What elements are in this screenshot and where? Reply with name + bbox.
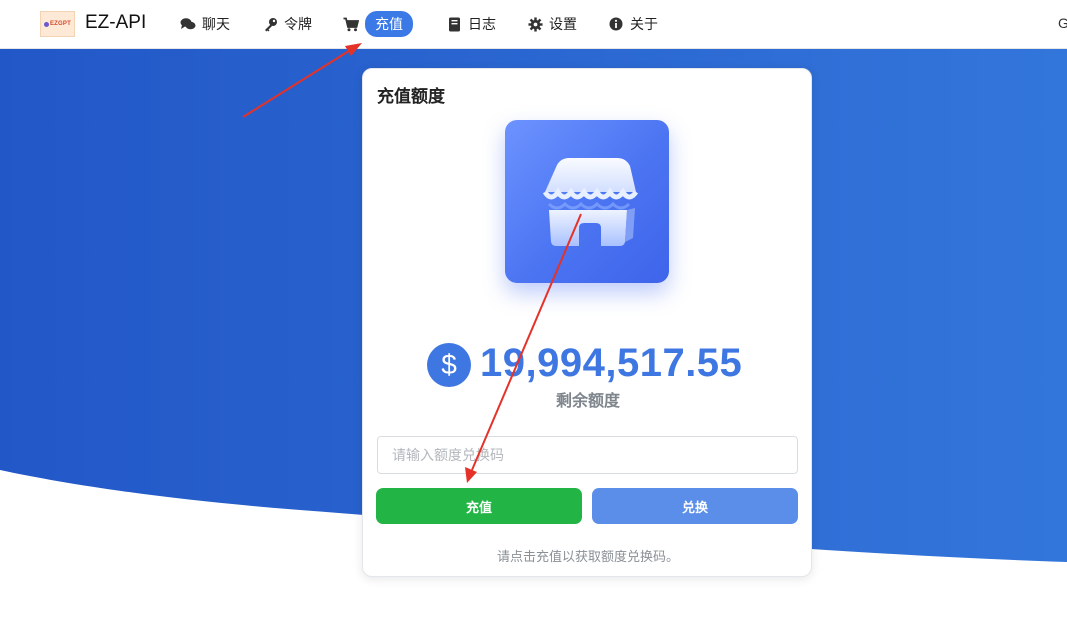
nav-label-settings: 设置 xyxy=(549,16,577,32)
nav-label-tokens: 令牌 xyxy=(284,16,312,32)
topup-button[interactable]: 充值 xyxy=(376,488,582,524)
balance-label: 剩余额度 xyxy=(555,393,620,410)
nav-overflow-item[interactable]: G xyxy=(1058,15,1067,31)
nav-label-logs: 日志 xyxy=(468,16,496,32)
nav-item-topup[interactable]: 充值 xyxy=(343,11,413,37)
logo[interactable]: EZGPT xyxy=(40,11,75,37)
card-title: 充值额度 xyxy=(377,87,445,106)
gear-icon xyxy=(527,16,543,32)
info-icon xyxy=(608,16,624,32)
book-icon xyxy=(446,16,462,32)
cart-icon xyxy=(343,16,359,32)
redeem-button[interactable]: 兑换 xyxy=(592,488,798,524)
store-icon xyxy=(505,120,669,283)
topup-hint: 请点击充值以获取额度兑换码。 xyxy=(496,549,679,564)
logo-mark-icon xyxy=(43,21,49,27)
key-icon xyxy=(262,16,278,32)
nav-item-chat[interactable]: 聊天 xyxy=(180,12,230,36)
nav-label-topup: 充值 xyxy=(365,11,413,37)
nav-item-about[interactable]: 关于 xyxy=(608,12,658,36)
balance-row: $ 19,994,517.55 xyxy=(427,341,757,387)
nav-item-settings[interactable]: 设置 xyxy=(527,12,577,36)
nav-label-chat: 聊天 xyxy=(202,16,230,32)
brand-name[interactable]: EZ-API xyxy=(85,12,146,34)
top-navbar: EZGPT EZ-API 聊天 令牌 充值 日志 设置 关于 G xyxy=(0,0,1067,49)
balance-amount: 19,994,517.55 xyxy=(480,341,743,385)
page: EZGPT EZ-API 聊天 令牌 充值 日志 设置 关于 G 充值额度 $ … xyxy=(0,0,1067,621)
topup-card: 充值额度 $ 19,994,517.55 剩余额度 请输入额度兑换码 充值 兑换… xyxy=(362,68,812,577)
chat-icon xyxy=(180,16,196,32)
logo-text: EZGPT xyxy=(49,21,71,27)
nav-item-logs[interactable]: 日志 xyxy=(446,12,496,36)
dollar-icon: $ xyxy=(427,343,471,387)
nav-item-tokens[interactable]: 令牌 xyxy=(262,12,312,36)
nav-label-about: 关于 xyxy=(630,16,658,32)
redeem-code-input[interactable] xyxy=(377,436,798,474)
